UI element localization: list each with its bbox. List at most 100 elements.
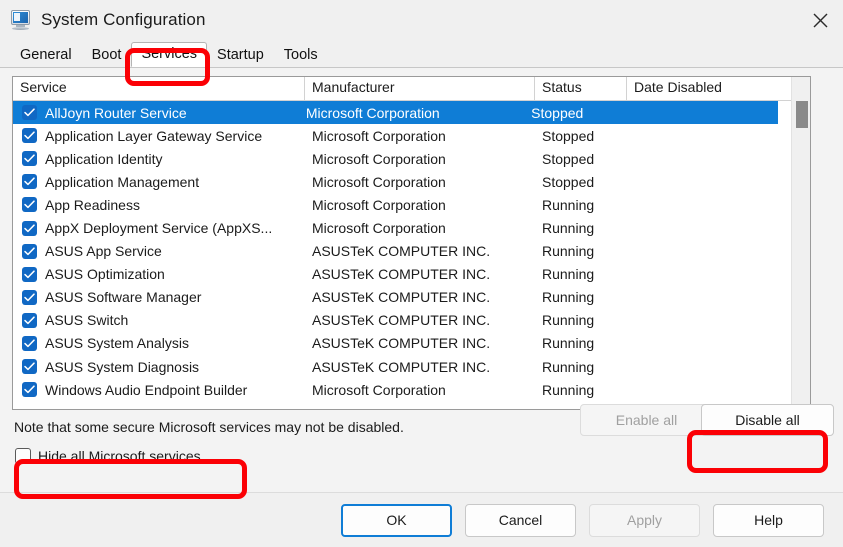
service-name: ASUS System Analysis: [45, 335, 189, 351]
tab-startup[interactable]: Startup: [207, 43, 274, 67]
manufacturer-cell: Microsoft Corporation: [305, 128, 535, 144]
service-name: ASUS Switch: [45, 312, 128, 328]
service-enabled-checkbox[interactable]: [22, 151, 37, 166]
service-enabled-checkbox[interactable]: [22, 197, 37, 212]
status-cell: Running: [535, 312, 627, 328]
status-cell: Running: [535, 220, 627, 236]
service-enabled-checkbox[interactable]: [22, 359, 37, 374]
tab-boot[interactable]: Boot: [82, 43, 132, 67]
table-row[interactable]: Application Layer Gateway Service Microso…: [13, 124, 810, 147]
table-row[interactable]: Windows Audio Endpoint Builder Microsoft …: [13, 378, 810, 401]
column-header-status[interactable]: Status: [535, 77, 627, 100]
service-name: ASUS System Diagnosis: [45, 359, 199, 375]
cancel-button[interactable]: Cancel: [465, 504, 576, 537]
manufacturer-cell: Microsoft Corporation: [305, 382, 535, 398]
column-header-date-disabled[interactable]: Date Disabled: [627, 77, 794, 100]
manufacturer-cell: Microsoft Corporation: [305, 197, 535, 213]
manufacturer-cell: Microsoft Corporation: [299, 105, 524, 121]
manufacturer-cell: Microsoft Corporation: [305, 220, 535, 236]
service-cell: AppX Deployment Service (AppXS...: [13, 220, 305, 236]
status-cell: Stopped: [535, 151, 627, 167]
system-configuration-window: System Configuration General Boot Servic…: [0, 0, 843, 547]
status-cell: Stopped: [524, 105, 614, 121]
service-enabled-checkbox[interactable]: [22, 336, 37, 351]
title-bar: System Configuration: [0, 0, 843, 40]
service-enabled-checkbox[interactable]: [22, 128, 37, 143]
manufacturer-cell: ASUSTeK COMPUTER INC.: [305, 335, 535, 351]
options-row: Hide all Microsoft services Enable all D…: [12, 446, 831, 476]
services-list-header: Service Manufacturer Status Date Disable…: [13, 77, 810, 101]
service-cell: ASUS System Diagnosis: [13, 359, 305, 375]
status-cell: Running: [535, 289, 627, 305]
service-cell: Application Layer Gateway Service: [13, 128, 305, 144]
service-name: Application Management: [45, 174, 199, 190]
service-cell: Windows Audio Endpoint Builder: [13, 382, 305, 398]
service-enabled-checkbox[interactable]: [22, 382, 37, 397]
service-name: ASUS Software Manager: [45, 289, 201, 305]
service-enabled-checkbox[interactable]: [22, 174, 37, 189]
service-enabled-checkbox[interactable]: [22, 267, 37, 282]
hide-all-microsoft-services-checkbox[interactable]: Hide all Microsoft services: [12, 446, 205, 466]
table-row[interactable]: ASUS Switch ASUSTeK COMPUTER INC.Running: [13, 309, 810, 332]
column-header-manufacturer[interactable]: Manufacturer: [305, 77, 535, 100]
table-row[interactable]: ASUS App ServiceASUSTeK COMPUTER INC.Run…: [13, 240, 810, 263]
table-row[interactable]: ASUS Optimization ASUSTeK COMPUTER INC.Ru…: [13, 263, 810, 286]
service-name: AppX Deployment Service (AppXS...: [45, 220, 272, 236]
service-cell: ASUS Switch: [13, 312, 305, 328]
service-cell: Application Identity: [13, 151, 305, 167]
manufacturer-cell: ASUSTeK COMPUTER INC.: [305, 289, 535, 305]
service-name: AllJoyn Router Service: [45, 105, 187, 121]
table-row[interactable]: AppX Deployment Service (AppXS... Microso…: [13, 216, 810, 239]
service-enabled-checkbox[interactable]: [22, 290, 37, 305]
manufacturer-cell: Microsoft Corporation: [305, 174, 535, 190]
table-row[interactable]: ASUS Software Manager ASUSTeK COMPUTER IN…: [13, 286, 810, 309]
window-title: System Configuration: [41, 10, 206, 30]
system-configuration-icon: [10, 10, 32, 30]
tab-general[interactable]: General: [10, 43, 82, 67]
table-row[interactable]: Application Identity Microsoft Corporatio…: [13, 147, 810, 170]
manufacturer-cell: ASUSTeK COMPUTER INC.: [305, 266, 535, 282]
service-enabled-checkbox[interactable]: [22, 221, 37, 236]
scrollbar-thumb[interactable]: [796, 101, 808, 128]
column-header-service[interactable]: Service: [13, 77, 305, 100]
service-cell: ASUS System Analysis: [13, 335, 305, 351]
table-row[interactable]: AllJoyn Router Service Microsoft Corporat…: [13, 101, 778, 124]
services-list-scrollbar[interactable]: [791, 77, 810, 409]
apply-button[interactable]: Apply: [589, 504, 700, 537]
tab-services[interactable]: Services: [131, 42, 207, 67]
close-icon[interactable]: [797, 0, 843, 40]
table-row[interactable]: Application Management Microsoft Corporat…: [13, 170, 810, 193]
service-name: Application Identity: [45, 151, 163, 167]
help-button[interactable]: Help: [713, 504, 824, 537]
service-name: App Readiness: [45, 197, 140, 213]
service-enabled-checkbox[interactable]: [22, 244, 37, 259]
service-cell: ASUS Optimization: [13, 266, 305, 282]
tab-tools[interactable]: Tools: [274, 43, 328, 67]
status-cell: Running: [535, 243, 627, 259]
service-enabled-checkbox[interactable]: [22, 313, 37, 328]
table-row[interactable]: ASUS System DiagnosisASUSTeK COMPUTER IN…: [13, 355, 810, 378]
status-cell: Running: [535, 197, 627, 213]
status-cell: Stopped: [535, 174, 627, 190]
tab-strip: General Boot Services Startup Tools: [0, 40, 843, 67]
disable-all-button[interactable]: Disable all: [701, 404, 834, 436]
checkbox-box: [15, 448, 31, 464]
table-row[interactable]: ASUS System Analysis ASUSTeK COMPUTER INC…: [13, 332, 810, 355]
services-list: Service Manufacturer Status Date Disable…: [12, 76, 811, 410]
service-cell: ASUS Software Manager: [13, 289, 305, 305]
hide-all-microsoft-services-label: Hide all Microsoft services: [38, 448, 201, 464]
status-cell: Stopped: [535, 128, 627, 144]
status-cell: Running: [535, 266, 627, 282]
service-name: Application Layer Gateway Service: [45, 128, 262, 144]
manufacturer-cell: ASUSTeK COMPUTER INC.: [305, 312, 535, 328]
service-name: Windows Audio Endpoint Builder: [45, 382, 247, 398]
service-cell: ASUS App Service: [13, 243, 305, 259]
service-enabled-checkbox[interactable]: [22, 105, 37, 120]
status-cell: Running: [535, 359, 627, 375]
manufacturer-cell: Microsoft Corporation: [305, 151, 535, 167]
enable-all-button[interactable]: Enable all: [580, 404, 713, 436]
service-name: ASUS Optimization: [45, 266, 165, 282]
ok-button[interactable]: OK: [341, 504, 452, 537]
service-name: ASUS App Service: [45, 243, 162, 259]
table-row[interactable]: App Readiness Microsoft CorporationRunnin…: [13, 193, 810, 216]
